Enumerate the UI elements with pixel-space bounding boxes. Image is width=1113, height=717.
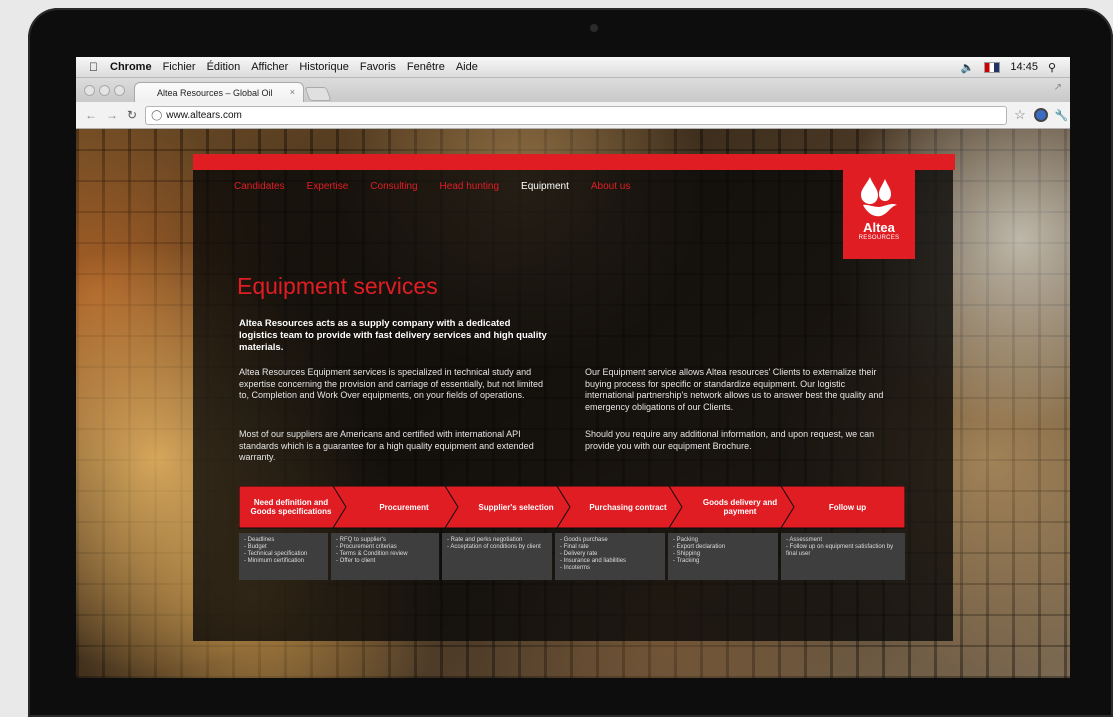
- page-icon: ◯: [151, 109, 163, 121]
- camera: [590, 24, 598, 32]
- speaker-icon[interactable]: 🔈: [961, 61, 975, 74]
- list-item: Technical specification: [244, 551, 323, 558]
- wrench-icon[interactable]: 🔧: [1055, 109, 1069, 122]
- tab-strip: Altea Resources – Global Oil × ↗: [76, 78, 1070, 102]
- list-item: Budget: [244, 544, 323, 551]
- nav-head-hunting[interactable]: Head hunting: [440, 181, 500, 192]
- list-item: Packing: [673, 537, 773, 544]
- nav-consulting[interactable]: Consulting: [370, 181, 417, 192]
- list-item: Minimum certification: [244, 558, 323, 565]
- step-2-details: RFQ to supplier's Procurement criterias …: [331, 533, 439, 580]
- list-item: Insurance and liabilities: [560, 558, 660, 565]
- list-item: Acceptation of conditions by client: [447, 544, 547, 551]
- paragraph-4: Should you require any additional inform…: [585, 429, 875, 451]
- minimize-window-button[interactable]: [99, 85, 110, 96]
- logo-subtext: RESOURCES: [858, 235, 900, 241]
- step-1-title: Need definition and Goods specifications: [250, 498, 332, 516]
- list-item: Terms & Condition review: [336, 551, 434, 558]
- menu-afficher[interactable]: Afficher: [251, 61, 288, 73]
- list-item: Procurement criterias: [336, 544, 434, 551]
- back-icon[interactable]: ←: [85, 108, 97, 122]
- nav-candidates[interactable]: Candidates: [234, 181, 285, 192]
- screen:  Chrome Fichier Édition Afficher Histor…: [76, 57, 1070, 678]
- new-tab-button[interactable]: [304, 87, 332, 101]
- step-2-title: Procurement: [379, 502, 429, 512]
- list-item: Deadlines: [244, 537, 323, 544]
- nav-about-us[interactable]: About us: [591, 181, 630, 192]
- list-item: Assessment: [786, 537, 900, 544]
- list-item: Tracking: [673, 558, 773, 565]
- tab-title: Altea Resources – Global Oil: [157, 87, 273, 98]
- list-item: Rate and perks negotiation: [447, 537, 547, 544]
- browser-toolbar: ← → ↻ ◯ www.altears.com ☆ 🔧: [76, 102, 1070, 129]
- zoom-window-button[interactable]: [114, 85, 125, 96]
- step-5-title: Goods delivery and payment: [702, 498, 778, 516]
- spotlight-icon[interactable]: ⚲: [1048, 61, 1056, 74]
- paragraph-1: Altea Resources Equipment services is sp…: [239, 367, 544, 400]
- menu-app[interactable]: Chrome: [110, 61, 152, 73]
- list-item: Shipping: [673, 551, 773, 558]
- nav-equipment[interactable]: Equipment: [521, 181, 569, 192]
- step-3-title: Supplier's selection: [478, 502, 554, 512]
- paragraph-2: Most of our suppliers are Americans and …: [239, 429, 534, 462]
- reload-icon[interactable]: ↻: [127, 108, 137, 122]
- paragraph-3: Our Equipment service allows Altea resou…: [585, 367, 884, 412]
- site-nav: Candidates Expertise Consulting Head hun…: [234, 181, 652, 192]
- menu-fichier[interactable]: Fichier: [163, 61, 196, 73]
- bookmark-star-icon[interactable]: ☆: [1014, 107, 1026, 123]
- menu-bar:  Chrome Fichier Édition Afficher Histor…: [76, 57, 1070, 78]
- list-item: Final rate: [560, 544, 660, 551]
- list-item: Follow up on equipment satisfaction by f…: [786, 544, 900, 558]
- step-1-details: Deadlines Budget Technical specification…: [239, 533, 328, 580]
- menu-extras: 🔈 14:45 ⚲: [961, 61, 1056, 74]
- top-red-bar: [193, 154, 955, 170]
- extension-icon[interactable]: [1033, 108, 1048, 122]
- list-item: Offer to client: [336, 558, 434, 565]
- close-icon[interactable]: ×: [290, 87, 295, 97]
- site-logo[interactable]: Altea RESOURCES: [843, 167, 915, 259]
- address-bar[interactable]: ◯ www.altears.com: [145, 105, 1008, 125]
- menu-historique[interactable]: Historique: [299, 61, 349, 73]
- url-text[interactable]: www.altears.com: [166, 110, 242, 121]
- step-5-details: Packing Export declaration Shipping Trac…: [668, 533, 778, 580]
- page-viewport: Altea RESOURCES Candidates Expertise Con…: [76, 129, 1070, 678]
- list-item: Delivery rate: [560, 551, 660, 558]
- logo-text: Altea: [863, 220, 895, 235]
- lead-paragraph: Altea Resources acts as a supply company…: [239, 318, 547, 353]
- list-item: Goods purchase: [560, 537, 660, 544]
- step-4-details: Goods purchase Final rate Delivery rate …: [555, 533, 665, 580]
- step-3-details: Rate and perks negotiation Acceptation o…: [442, 533, 552, 580]
- page-title: Equipment services: [237, 273, 438, 299]
- menu-favoris[interactable]: Favoris: [360, 61, 396, 73]
- flag-icon[interactable]: [984, 61, 1001, 73]
- step-6-details: Assessment Follow up on equipment satisf…: [781, 533, 905, 580]
- browser-tab[interactable]: Altea Resources – Global Oil ×: [134, 82, 304, 102]
- menu-aide[interactable]: Aide: [456, 61, 478, 73]
- list-item: Incoterms: [560, 565, 660, 572]
- clock[interactable]: 14:45: [1010, 61, 1038, 73]
- step-6-title: Follow up: [828, 502, 867, 512]
- fullscreen-icon[interactable]: ↗: [1054, 82, 1062, 93]
- close-window-button[interactable]: [84, 85, 95, 96]
- list-item: Export declaration: [673, 544, 773, 551]
- logo-drops-icon: [861, 177, 897, 217]
- apple-icon[interactable]: : [89, 60, 98, 74]
- window-controls: [84, 85, 125, 96]
- menu-fenetre[interactable]: Fenêtre: [407, 61, 445, 73]
- step-4-title: Purchasing contract: [589, 502, 667, 512]
- menu-edition[interactable]: Édition: [207, 61, 241, 73]
- list-item: RFQ to supplier's: [336, 537, 434, 544]
- forward-icon[interactable]: →: [106, 108, 118, 122]
- nav-expertise[interactable]: Expertise: [307, 181, 349, 192]
